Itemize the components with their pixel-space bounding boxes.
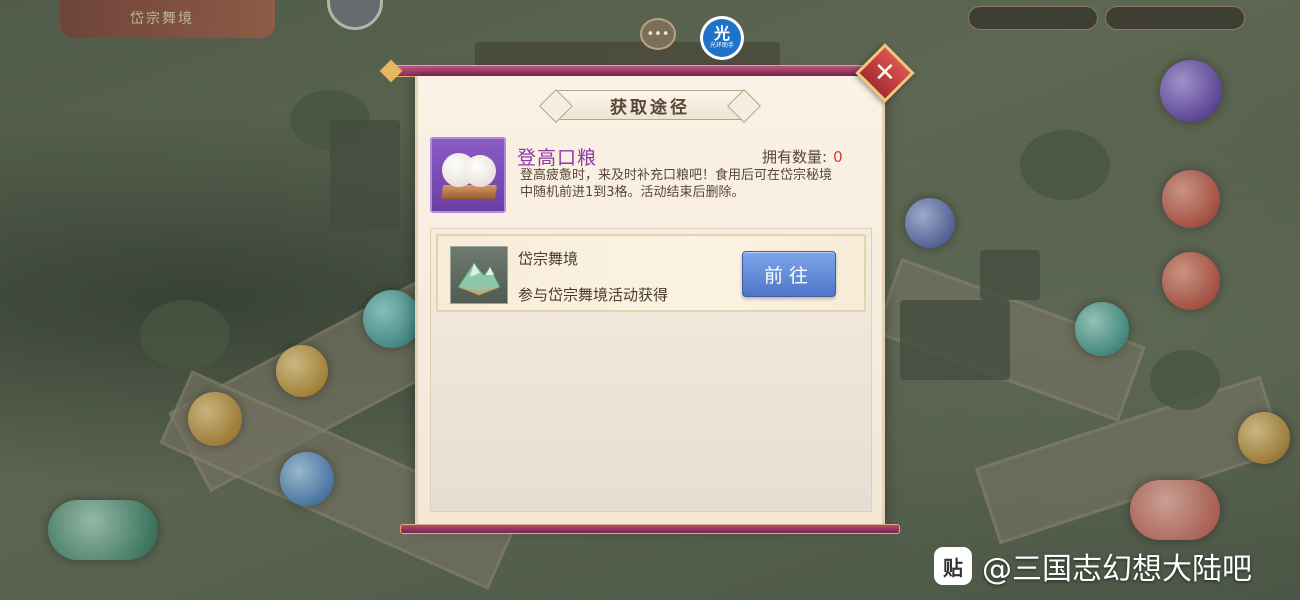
item-description: 登高疲惫时，来及时补充口粮吧！食用后可在岱宗秘境中随机前进1到3格。活动结束后删… bbox=[520, 168, 833, 200]
tieba-watermark: 贴 @三国志幻想大陆吧 bbox=[934, 546, 1252, 587]
source-name: 岱宗舞境 bbox=[518, 250, 579, 268]
popup-bottom-bar bbox=[400, 524, 900, 534]
event-banner[interactable]: 岱宗舞境 bbox=[60, 0, 275, 38]
go-button[interactable]: 前往 bbox=[742, 251, 836, 297]
popup-title: 获取途径 bbox=[610, 97, 690, 118]
source-description: 参与岱宗舞境活动获得 bbox=[518, 286, 669, 304]
close-icon: ✕ bbox=[874, 57, 896, 88]
watermark-text: @三国志幻想大陆吧 bbox=[982, 552, 1252, 587]
owned-quantity: 拥有数量: 0 bbox=[762, 146, 843, 167]
resource-bar bbox=[1105, 6, 1245, 30]
resource-bar bbox=[968, 6, 1098, 30]
chat-bubble-icon[interactable]: ••• bbox=[640, 18, 676, 50]
overlay-logo-text: 光环助手 bbox=[709, 42, 734, 49]
mountain-icon bbox=[450, 246, 508, 304]
tieba-logo-icon: 贴 bbox=[934, 547, 972, 585]
overlay-logo: 光 光环助手 bbox=[700, 16, 744, 60]
event-banner-label: 岱宗舞境 bbox=[130, 11, 194, 27]
steamed-bun-icon bbox=[430, 137, 506, 213]
item-name: 登高口粮 bbox=[517, 147, 598, 169]
owned-count: 0 bbox=[833, 148, 843, 166]
overlay-logo-mark: 光 bbox=[713, 24, 730, 43]
popup-title-ribbon: 获取途径 bbox=[555, 90, 745, 120]
owned-label: 拥有数量: bbox=[762, 148, 828, 166]
source-card: 岱宗舞境 参与岱宗舞境活动获得 前往 bbox=[436, 234, 866, 312]
